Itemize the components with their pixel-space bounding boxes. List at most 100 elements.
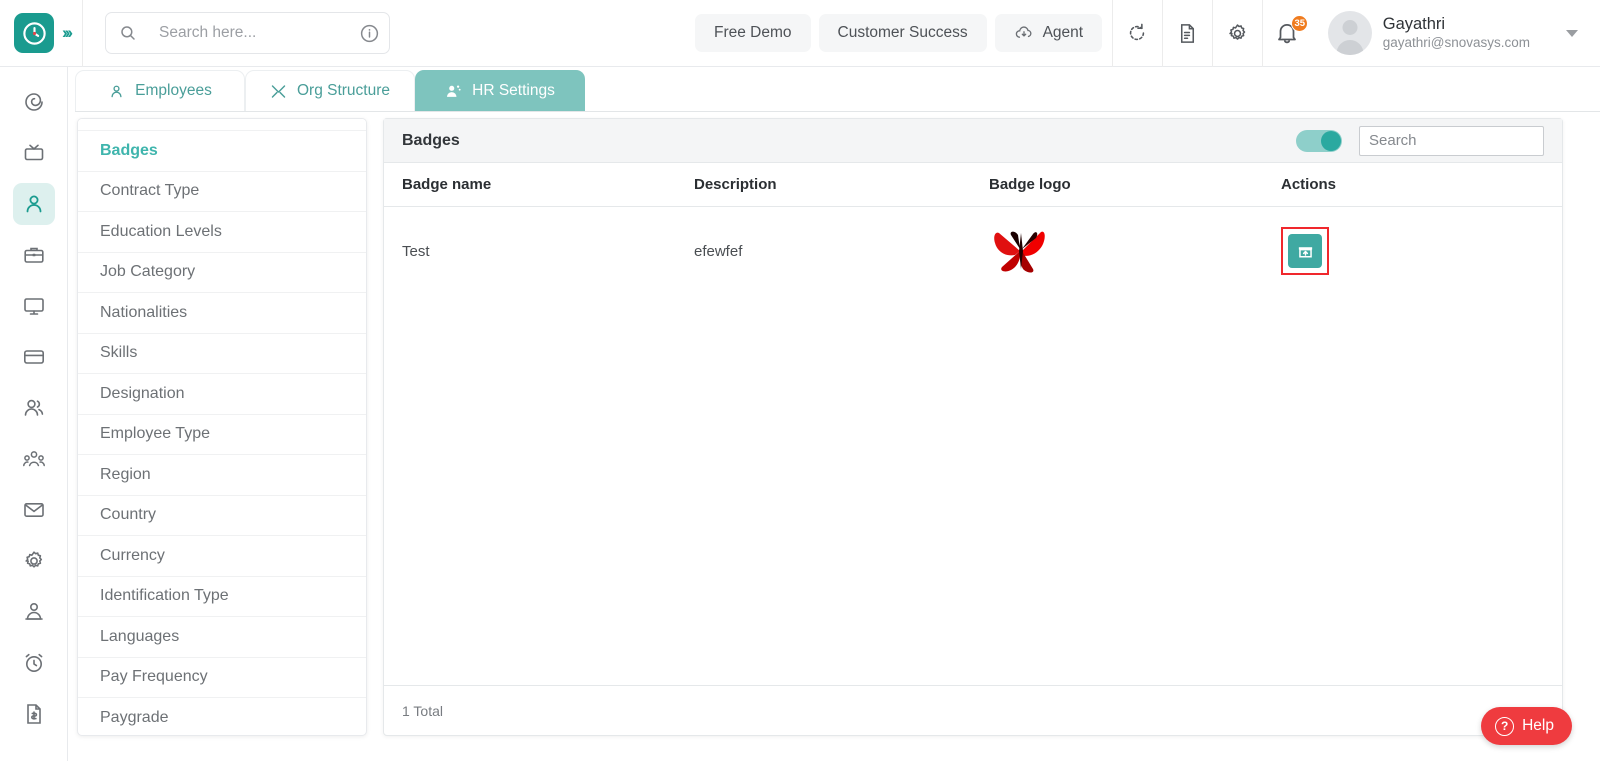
menu-item-label: Region (100, 465, 151, 483)
red-butterfly-image (989, 225, 1281, 277)
clock-logo-icon[interactable] (14, 13, 54, 53)
card-title: Badges (402, 131, 460, 149)
menu-item-employee-type[interactable]: Employee Type (78, 415, 366, 455)
alarm-clock-icon[interactable] (13, 642, 55, 684)
info-circle-icon[interactable] (359, 23, 380, 44)
col-badge-logo: Badge logo (989, 163, 1281, 207)
menu-list: Badges Contract Type Education Levels Job C… (78, 131, 366, 735)
chevron-down-icon[interactable] (1566, 29, 1578, 37)
user-name: Gayathri (1382, 15, 1446, 34)
document-icon[interactable] (1161, 0, 1212, 67)
person-outline-icon (108, 83, 125, 100)
search-icon (119, 24, 137, 42)
refresh-icon[interactable] (1111, 0, 1162, 67)
left-icon-rail (0, 67, 68, 761)
tab-org-structure[interactable]: Org Structure (245, 70, 415, 111)
envelope-mail-icon[interactable] (13, 489, 55, 531)
menu-item-country[interactable]: Country (78, 496, 366, 536)
menu-item-label: Nationalities (100, 303, 188, 321)
archive-restore-icon[interactable] (1288, 234, 1322, 268)
tab-employees[interactable]: Employees (75, 70, 245, 111)
menu-item-nationalities[interactable]: Nationalities (78, 293, 366, 334)
card-header-controls (1296, 125, 1544, 156)
menu-item-label: Country (100, 506, 157, 524)
free-demo-label: Free Demo (713, 24, 792, 41)
tab-hr-settings[interactable]: HR Settings (415, 70, 585, 111)
menu-item-currency[interactable]: Currency (78, 536, 366, 577)
header-action-buttons: Free Demo Customer Success Agent (694, 14, 1103, 52)
chevron-double-right-icon[interactable]: ››› (62, 23, 73, 43)
customer-success-button[interactable]: Customer Success (818, 14, 987, 52)
menu-item-label: Education Levels (100, 222, 222, 240)
customer-success-label: Customer Success (837, 24, 968, 41)
user-avatar[interactable] (1327, 11, 1372, 55)
menu-item-paygrade[interactable]: Paygrade (78, 698, 366, 735)
credit-card-icon[interactable] (13, 336, 55, 378)
users-group-icon[interactable] (13, 387, 55, 429)
menu-item-label: Currency (100, 546, 165, 564)
agent-button[interactable]: Agent (994, 14, 1103, 52)
menu-item-job-category[interactable]: Job Category (78, 253, 366, 293)
menu-item-identification-type[interactable]: Identification Type (78, 577, 366, 617)
table-body: Test efewfef (384, 207, 1562, 296)
active-inactive-toggle[interactable] (1296, 129, 1342, 152)
cell-description: efewfef (694, 242, 743, 260)
menu-item-label: Job Category (100, 263, 196, 281)
menu-item-skills[interactable]: Skills (78, 334, 366, 374)
menu-item-label: Identification Type (100, 587, 229, 605)
notification-count-badge: 35 (1291, 15, 1309, 32)
gear-settings-icon[interactable] (13, 540, 55, 582)
cell-badge-name: Test (402, 242, 430, 260)
agent-label: Agent (1042, 24, 1084, 41)
notifications-bell-icon[interactable]: 35 (1261, 0, 1312, 67)
person-icon[interactable] (12, 183, 55, 225)
menu-item-badges[interactable]: Badges (78, 131, 366, 172)
settings-gear-icon[interactable] (1211, 0, 1262, 67)
search-input[interactable] (158, 24, 359, 42)
col-actions: Actions (1281, 163, 1562, 207)
briefcase-icon[interactable] (13, 234, 55, 276)
global-search-box[interactable] (104, 12, 390, 54)
free-demo-button[interactable]: Free Demo (694, 14, 811, 52)
badges-card: Badges Badge name Description Badge logo… (383, 118, 1563, 736)
dashboard-spiral-icon[interactable] (13, 81, 55, 123)
tab-org-structure-label: Org Structure (296, 82, 391, 99)
admin-person-icon[interactable] (13, 591, 55, 633)
menu-item-label: Employee Type (100, 425, 210, 443)
menu-item-label: Paygrade (100, 708, 169, 726)
top-header: ››› Free Demo Customer Success (0, 0, 1600, 67)
header-right-icons: 35 Gayathri gayathri@snovasys.com (1111, 0, 1600, 67)
table-search-input[interactable] (1359, 125, 1544, 156)
invoice-dollar-icon[interactable] (13, 693, 55, 735)
help-button[interactable]: ? Help (1481, 707, 1572, 745)
menu-item-languages[interactable]: Languages (78, 617, 366, 658)
badges-table: Badge name Description Badge logo Action… (384, 163, 1562, 295)
col-description: Description (694, 163, 989, 207)
user-settings-icon (445, 83, 462, 100)
menu-item-region[interactable]: Region (78, 455, 366, 496)
menu-item-label: Contract Type (100, 182, 200, 200)
desktop-monitor-icon[interactable] (13, 285, 55, 327)
menu-item-label: Languages (100, 627, 180, 645)
cell-badge-logo (989, 207, 1281, 296)
menu-item-designation[interactable]: Designation (78, 374, 366, 415)
cloud-download-icon (1014, 23, 1034, 43)
menu-item-education-levels[interactable]: Education Levels (78, 212, 366, 253)
menu-item-label: Skills (100, 344, 138, 362)
user-info[interactable]: Gayathri gayathri@snovasys.com (1383, 14, 1530, 52)
tv-screen-icon[interactable] (13, 132, 55, 174)
total-count-label: 1 Total (402, 702, 443, 719)
action-highlight-box (1281, 227, 1329, 275)
menu-item-contract-type[interactable]: Contract Type (78, 172, 366, 212)
tab-employees-label: Employees (135, 82, 212, 99)
menu-item-label: Badges (100, 141, 158, 159)
menu-item-pay-frequency[interactable]: Pay Frequency (78, 658, 366, 698)
card-header: Badges (384, 119, 1562, 163)
col-badge-name: Badge name (384, 163, 694, 207)
org-people-icon[interactable] (13, 438, 55, 480)
table-row[interactable]: Test efewfef (384, 207, 1562, 296)
tab-hr-settings-label: HR Settings (472, 82, 555, 99)
header-divider (81, 0, 83, 67)
hr-settings-menu: Badges Contract Type Education Levels Job C… (77, 118, 367, 736)
table-footer: 1 Total (384, 685, 1562, 735)
